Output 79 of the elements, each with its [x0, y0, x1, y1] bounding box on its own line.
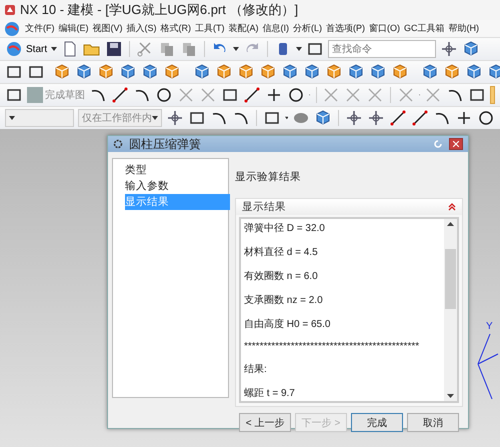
plus-icon[interactable] [455, 109, 473, 127]
cube-icon[interactable] [314, 109, 332, 127]
menu-item[interactable]: 工具(T) [195, 22, 224, 35]
axis-label: Y [486, 321, 493, 332]
globe-icon[interactable] [3, 20, 21, 38]
close-icon[interactable] [453, 141, 459, 147]
menu-item[interactable]: 格式(R) [160, 22, 191, 35]
menu-item[interactable]: 插入(S) [126, 22, 156, 35]
circle-icon[interactable] [287, 86, 305, 104]
cube-icon[interactable] [421, 63, 439, 81]
cube-icon[interactable] [487, 63, 500, 81]
results-text-area[interactable]: 弹簧中径 D = 32.0 材料直径 d = 4.5 有效圈数 n = 6.0 支承圈数 nz = 2.0 自由高度 H0 = 65.0 ********************************************* 结果: 螺距 t = 9.7 [239, 217, 459, 403]
cube-icon[interactable] [465, 63, 483, 81]
app-logo-icon [4, 4, 16, 16]
step-item[interactable]: 类型 [125, 162, 230, 178]
move-icon[interactable] [440, 40, 458, 58]
menu-item[interactable]: 装配(A) [228, 22, 258, 35]
window-title: NX 10 - 建模 - [学UG就上UG网6.prt （修改的）] [20, 1, 298, 19]
menu-item[interactable]: 编辑(E) [58, 22, 88, 35]
move-icon[interactable] [367, 109, 385, 127]
result-line: 螺距 t = 9.7 [244, 386, 296, 400]
cube-icon[interactable] [75, 63, 93, 81]
dialog-button[interactable]: 取消 [407, 413, 459, 432]
circle-icon[interactable] [155, 86, 173, 104]
line-icon[interactable] [389, 109, 407, 127]
gear-icon [113, 139, 123, 149]
result-line: 有效圈数 n = 6.0 [244, 270, 319, 283]
result-line: 支承圈数 nz = 2.0 [244, 294, 324, 307]
scroll-down-icon[interactable] [447, 394, 454, 398]
result-line: ********************************************* [244, 341, 420, 352]
cube-icon[interactable] [369, 63, 387, 81]
menu-item[interactable]: 窗口(O) [369, 22, 400, 35]
menu-item[interactable]: 视图(V) [92, 22, 122, 35]
section-heading: 显示验算结果 [235, 170, 302, 184]
result-line: 结果: [244, 362, 268, 376]
solid-block-icon[interactable] [391, 63, 409, 81]
menu-item[interactable]: 分析(L) [293, 22, 322, 35]
start-button[interactable]: Start [5, 40, 48, 58]
cube-icon[interactable] [119, 63, 137, 81]
line-icon[interactable] [243, 86, 261, 104]
cube-icon[interactable] [141, 63, 159, 81]
solid-block-icon[interactable] [215, 63, 233, 81]
collapse-icon[interactable] [448, 203, 456, 211]
menu-item[interactable]: 信息(I) [262, 22, 289, 35]
solid-block-icon[interactable] [443, 63, 461, 81]
solid-block-icon[interactable] [237, 63, 255, 81]
dialog-button[interactable]: < 上一步 [239, 413, 291, 432]
solid-block-icon[interactable] [259, 63, 277, 81]
search-field[interactable]: 查找命令 [328, 40, 436, 58]
step-item[interactable]: 输入参数 [125, 178, 230, 194]
menu-item[interactable]: GC工具箱 [404, 22, 444, 35]
line-icon[interactable] [411, 109, 429, 127]
menu-item[interactable]: 帮助(H) [448, 22, 479, 35]
cube-icon[interactable] [347, 63, 365, 81]
solid-block-icon[interactable] [163, 63, 181, 81]
cube-icon[interactable] [462, 40, 480, 58]
globe-icon[interactable] [5, 40, 23, 58]
solid-block-icon[interactable] [325, 63, 343, 81]
result-line: 弹簧中径 D = 32.0 [244, 222, 326, 235]
group-header[interactable]: 显示结果 [236, 199, 462, 215]
scroll-up-icon[interactable] [447, 222, 454, 226]
solid-block-icon[interactable] [53, 63, 71, 81]
move-icon[interactable] [345, 109, 363, 127]
circle-icon[interactable] [477, 109, 495, 127]
move-icon[interactable] [166, 109, 184, 127]
dialog-button[interactable]: 完成 [351, 413, 403, 432]
dialog-title: 圆柱压缩弹簧 [129, 136, 201, 152]
scrollbar[interactable] [444, 219, 457, 401]
plus-icon[interactable] [265, 86, 283, 104]
menu-item[interactable]: 首选项(P) [326, 22, 365, 35]
close-button[interactable] [449, 138, 463, 150]
cube-icon[interactable] [303, 63, 321, 81]
result-line: 自由高度 H0 = 65.0 [244, 318, 332, 331]
cube-icon[interactable] [281, 63, 299, 81]
result-line: 材料直径 d = 4.5 [244, 246, 319, 259]
line-icon[interactable] [111, 86, 129, 104]
solid-block-icon[interactable] [97, 63, 115, 81]
cube-icon[interactable] [193, 63, 211, 81]
menu-item[interactable]: 文件(F) [25, 22, 54, 35]
